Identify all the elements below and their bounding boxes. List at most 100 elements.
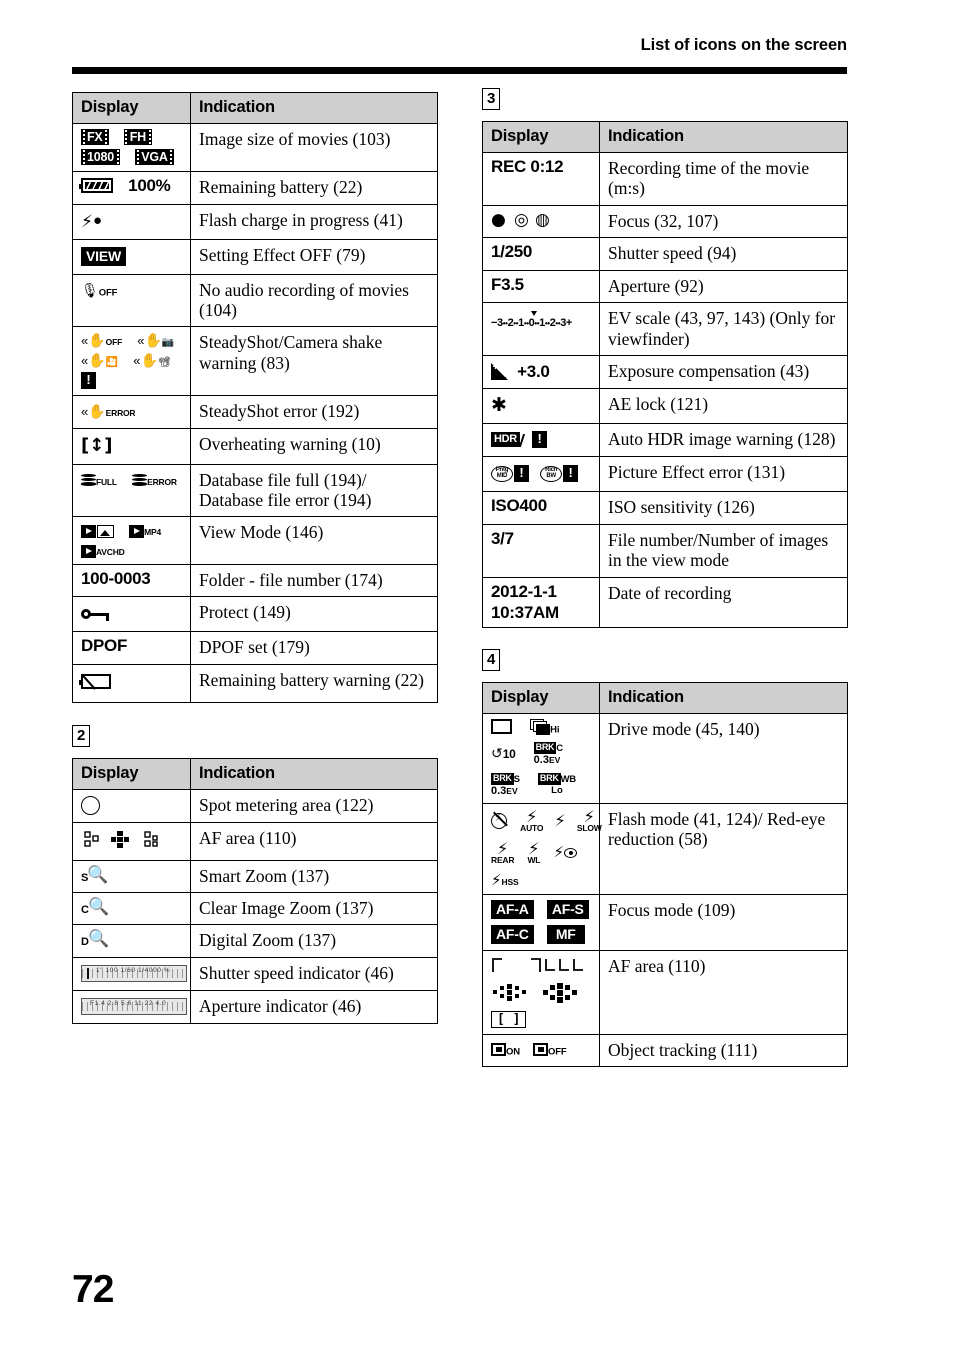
table-row: VIEW Setting Effect OFF (79) (72, 238, 438, 275)
flash-charge-dot-icon: ● (92, 211, 102, 229)
table-row: FULL ERROR Database file full (194)/ Dat… (72, 463, 438, 518)
indication-cell: Overheating warning (10) (190, 427, 438, 465)
camera-shake-still-icon: «✋📷 (137, 333, 175, 349)
indication-cell: Aperture indicator (46) (190, 989, 438, 1024)
drive-hi-label: Hi (550, 724, 560, 736)
table-row: ⚡AUTO ⚡ ⚡SLOW ⚡REAR ⚡WL ⚡ ⚡HSS Flash mod… (482, 802, 848, 895)
display-cell-smart-zoom: S🔍 (72, 859, 191, 893)
display-cell-digital-zoom: D🔍 (72, 924, 191, 958)
table-row: Pntg MID! Rich BW! Picture Effect error (1… (482, 456, 848, 493)
camera-shake-combo-icon: «✋📽 (133, 352, 171, 369)
table-row: 100-0003 Folder - file number (174) (72, 563, 438, 598)
self-timer-seconds-label: 10 (502, 746, 516, 761)
indication-cell: DPOF set (179) (190, 631, 438, 665)
flash-slow-sync-icon: ⚡ SLOW (576, 806, 602, 833)
focus-continuous-icon: ◎ (514, 209, 529, 230)
table-header-row: Display Indication (482, 121, 848, 153)
magnifier-icon: 🔍 (87, 896, 110, 917)
table-row: MP4 AVCHD View Mode (146) (72, 516, 438, 565)
display-cell-steadyshot: «✋OFF «✋📷 «✋🎦 «✋📽 ! (72, 326, 191, 396)
display-cell-battery-warning (72, 663, 191, 703)
display-cell-object-tracking: ON OFF (482, 1033, 600, 1068)
display-cell-steadyshot-error: «✋ERROR (72, 394, 191, 429)
table-section-1: Display Indication FX FH 1080 VGA Image … (72, 92, 438, 703)
table-row: 3/7 File number/Number of images in the … (482, 523, 848, 578)
indication-cell: Folder - file number (174) (190, 563, 438, 598)
table-header-row: Display Indication (72, 757, 438, 790)
shutter-speed-label: 1/250 (491, 242, 533, 262)
indication-cell: Flash charge in progress (41) (190, 203, 438, 240)
focus-searching-icon: ◍ (535, 209, 550, 230)
indication-cell: No audio recording of movies (104) (190, 273, 438, 328)
ev-scale-icon: −3••2••1••0••1••2••3+ (491, 310, 572, 329)
flash-auto-icon: ⚡ AUTO (520, 806, 544, 833)
display-cell-hdr-warning: HDR ! (482, 423, 600, 458)
file-number-label: 3/7 (491, 528, 514, 548)
indication-cell: Digital Zoom (137) (190, 924, 438, 958)
flash-fill-icon: ⚡ (554, 811, 566, 831)
object-tracking-on-icon: ON (491, 1041, 520, 1058)
table-row: 100% Remaining battery (22) (72, 171, 438, 205)
display-cell-battery: 100% (72, 171, 191, 205)
overheating-icon: [↕] (81, 434, 113, 456)
indication-cell: Object tracking (111) (599, 1033, 848, 1068)
display-cell-aperture-indicator: F1.4 2.8 5.6 11 22 4.0 (72, 989, 191, 1024)
display-cell-view-mode: MP4 AVCHD (72, 516, 191, 565)
left-column: Display Indication FX FH 1080 VGA Image … (72, 92, 438, 1024)
indication-cell: ISO sensitivity (126) (599, 491, 848, 525)
iso-label: ISO400 (491, 496, 547, 516)
section-badge-3: 3 (482, 88, 501, 110)
indication-cell: Database file full (194)/ Database file … (190, 463, 438, 518)
magnifier-icon: 🔍 (87, 864, 109, 885)
display-cell-picture-effect-error: Pntg MID! Rich BW! (482, 456, 600, 493)
view-mode-mp4-icon: MP4 (129, 523, 161, 538)
spot-metering-circle-icon (81, 795, 100, 815)
indication-cell: Remaining battery warning (22) (190, 663, 438, 703)
indication-cell: AF area (110) (599, 949, 848, 1035)
table-row: D🔍 Digital Zoom (137) (72, 924, 438, 958)
microphone-off-label: OFF (98, 287, 118, 299)
display-cell-no-audio: 🎙OFF (72, 273, 191, 328)
view-mode-avchd-icon: AVCHD (81, 543, 125, 558)
display-cell-af-area-small (72, 821, 191, 861)
indication-cell: Smart Zoom (137) (190, 859, 438, 893)
column-header-indication: Indication (599, 681, 848, 714)
database-error-icon: ERROR (132, 473, 177, 488)
column-header-display: Display (72, 757, 191, 790)
exposure-compensation-value: +3.0 (517, 362, 550, 382)
focus-locked-icon: ● (491, 209, 506, 230)
display-cell-rec-time: REC 0:12 (482, 152, 600, 206)
display-cell-flash-charge: ⚡● (72, 203, 191, 240)
table-row: FX FH 1080 VGA Image size of movies (103… (72, 122, 438, 173)
rec-time-label: REC 0:12 (491, 157, 564, 176)
indication-cell: Setting Effect OFF (79) (190, 238, 438, 275)
warning-exclamation-icon: ! (81, 371, 96, 389)
display-cell-setting-effect: VIEW (72, 238, 191, 275)
column-header-indication: Indication (599, 121, 848, 153)
right-column: 3 Display Indication REC 0:12 Recording … (482, 88, 848, 1068)
section-badge-4: 4 (482, 648, 501, 671)
database-full-icon: FULL (81, 473, 117, 488)
indication-cell: EV scale (43, 97, 143) (Only for viewfin… (599, 302, 848, 357)
table-header-row: Display Indication (482, 681, 848, 714)
table-row: ON OFF Object tracking (111) (482, 1033, 848, 1068)
display-cell-shutter-speed: 1/250 (482, 237, 600, 271)
table-row: «✋ERROR SteadyShot error (192) (72, 394, 438, 429)
table-section-2: Display Indication Spot metering area (1… (72, 757, 438, 1024)
display-cell-aperture: F3.5 (482, 269, 600, 304)
display-cell-date: 2012-1-1 10:37AM (482, 576, 600, 628)
table-row: Remaining battery warning (22) (72, 663, 438, 703)
column-header-display: Display (482, 121, 600, 153)
flash-hss-icon: ⚡HSS (491, 870, 519, 889)
indication-cell: Auto HDR image warning (128) (599, 423, 848, 458)
page-number: 72 (72, 1268, 114, 1311)
table-row: AF area (110) (72, 821, 438, 861)
table-row: Protect (149) (72, 595, 438, 633)
ae-lock-asterisk-icon: ✱ (491, 394, 507, 417)
bracket-single-icon: BRK S 0.3EV (491, 772, 520, 797)
microphone-icon: 🎙 (81, 282, 99, 299)
aperture-scale-icon: F1.4 2.8 5.6 11 22 4.0 (81, 997, 187, 1015)
indication-cell: AE lock (121) (599, 388, 848, 425)
table-row: HDR ! Auto HDR image warning (128) (482, 423, 848, 458)
indication-cell: Picture Effect error (131) (599, 456, 848, 493)
